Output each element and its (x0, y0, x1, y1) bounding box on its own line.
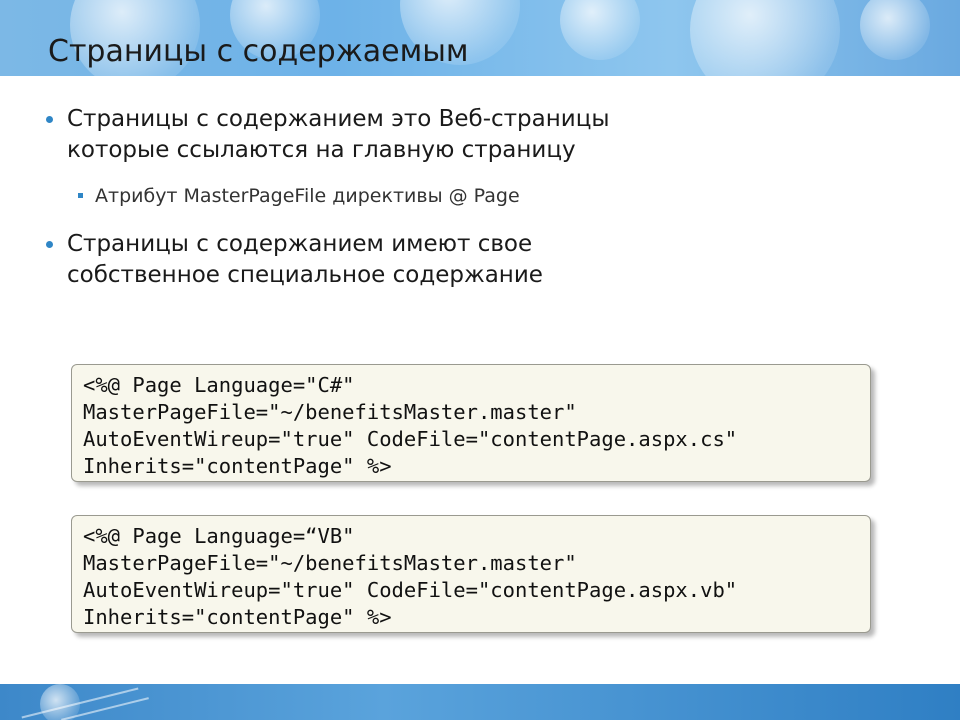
code-line: MasterPageFile="~/benefitsMaster.master" (83, 400, 577, 424)
code-line: Inherits="contentPage" %> (83, 605, 392, 629)
code-line: Inherits="contentPage" %> (83, 454, 392, 478)
code-line: AutoEventWireup="true" CodeFile="content… (83, 578, 738, 602)
decorative-bubble (560, 0, 640, 60)
slide-title: Страницы с содержаемым (48, 34, 469, 69)
bullet-item: Страницы с содержанием это Веб-страницы … (46, 104, 610, 166)
bullet-text-line: собственное специальное содержание (67, 262, 543, 288)
bullet-text-line: Страницы с содержанием имеют свое (67, 231, 533, 257)
code-line: <%@ Page Language=“VB" (83, 524, 355, 548)
decorative-bubble (690, 0, 840, 76)
decorative-bubble (40, 684, 80, 720)
sub-bullet-item: Атрибут MasterPageFile директивы @ Page (78, 184, 520, 208)
sub-bullet-text: Атрибут MasterPageFile директивы @ Page (95, 185, 520, 207)
slide-footer-banner (0, 684, 960, 720)
slide-header-banner: Страницы с содержаемым (0, 0, 960, 76)
sub-bullet-square-icon (78, 193, 83, 198)
bullet-text-line: которые ссылаются на главную страницу (67, 137, 576, 163)
bullet-item: Страницы с содержанием имеют свое собств… (46, 229, 543, 291)
code-block-vb: <%@ Page Language=“VB" MasterPageFile="~… (71, 515, 871, 633)
decorative-bubble (860, 0, 930, 60)
code-line: AutoEventWireup="true" CodeFile="content… (83, 427, 738, 451)
bullet-dot-icon (46, 241, 53, 248)
code-block-csharp: <%@ Page Language="C#" MasterPageFile="~… (71, 364, 871, 482)
bullet-text-line: Страницы с содержанием это Веб-страницы (67, 106, 610, 132)
code-line: <%@ Page Language="C#" (83, 373, 355, 397)
code-line: MasterPageFile="~/benefitsMaster.master" (83, 551, 577, 575)
bullet-dot-icon (46, 116, 53, 123)
